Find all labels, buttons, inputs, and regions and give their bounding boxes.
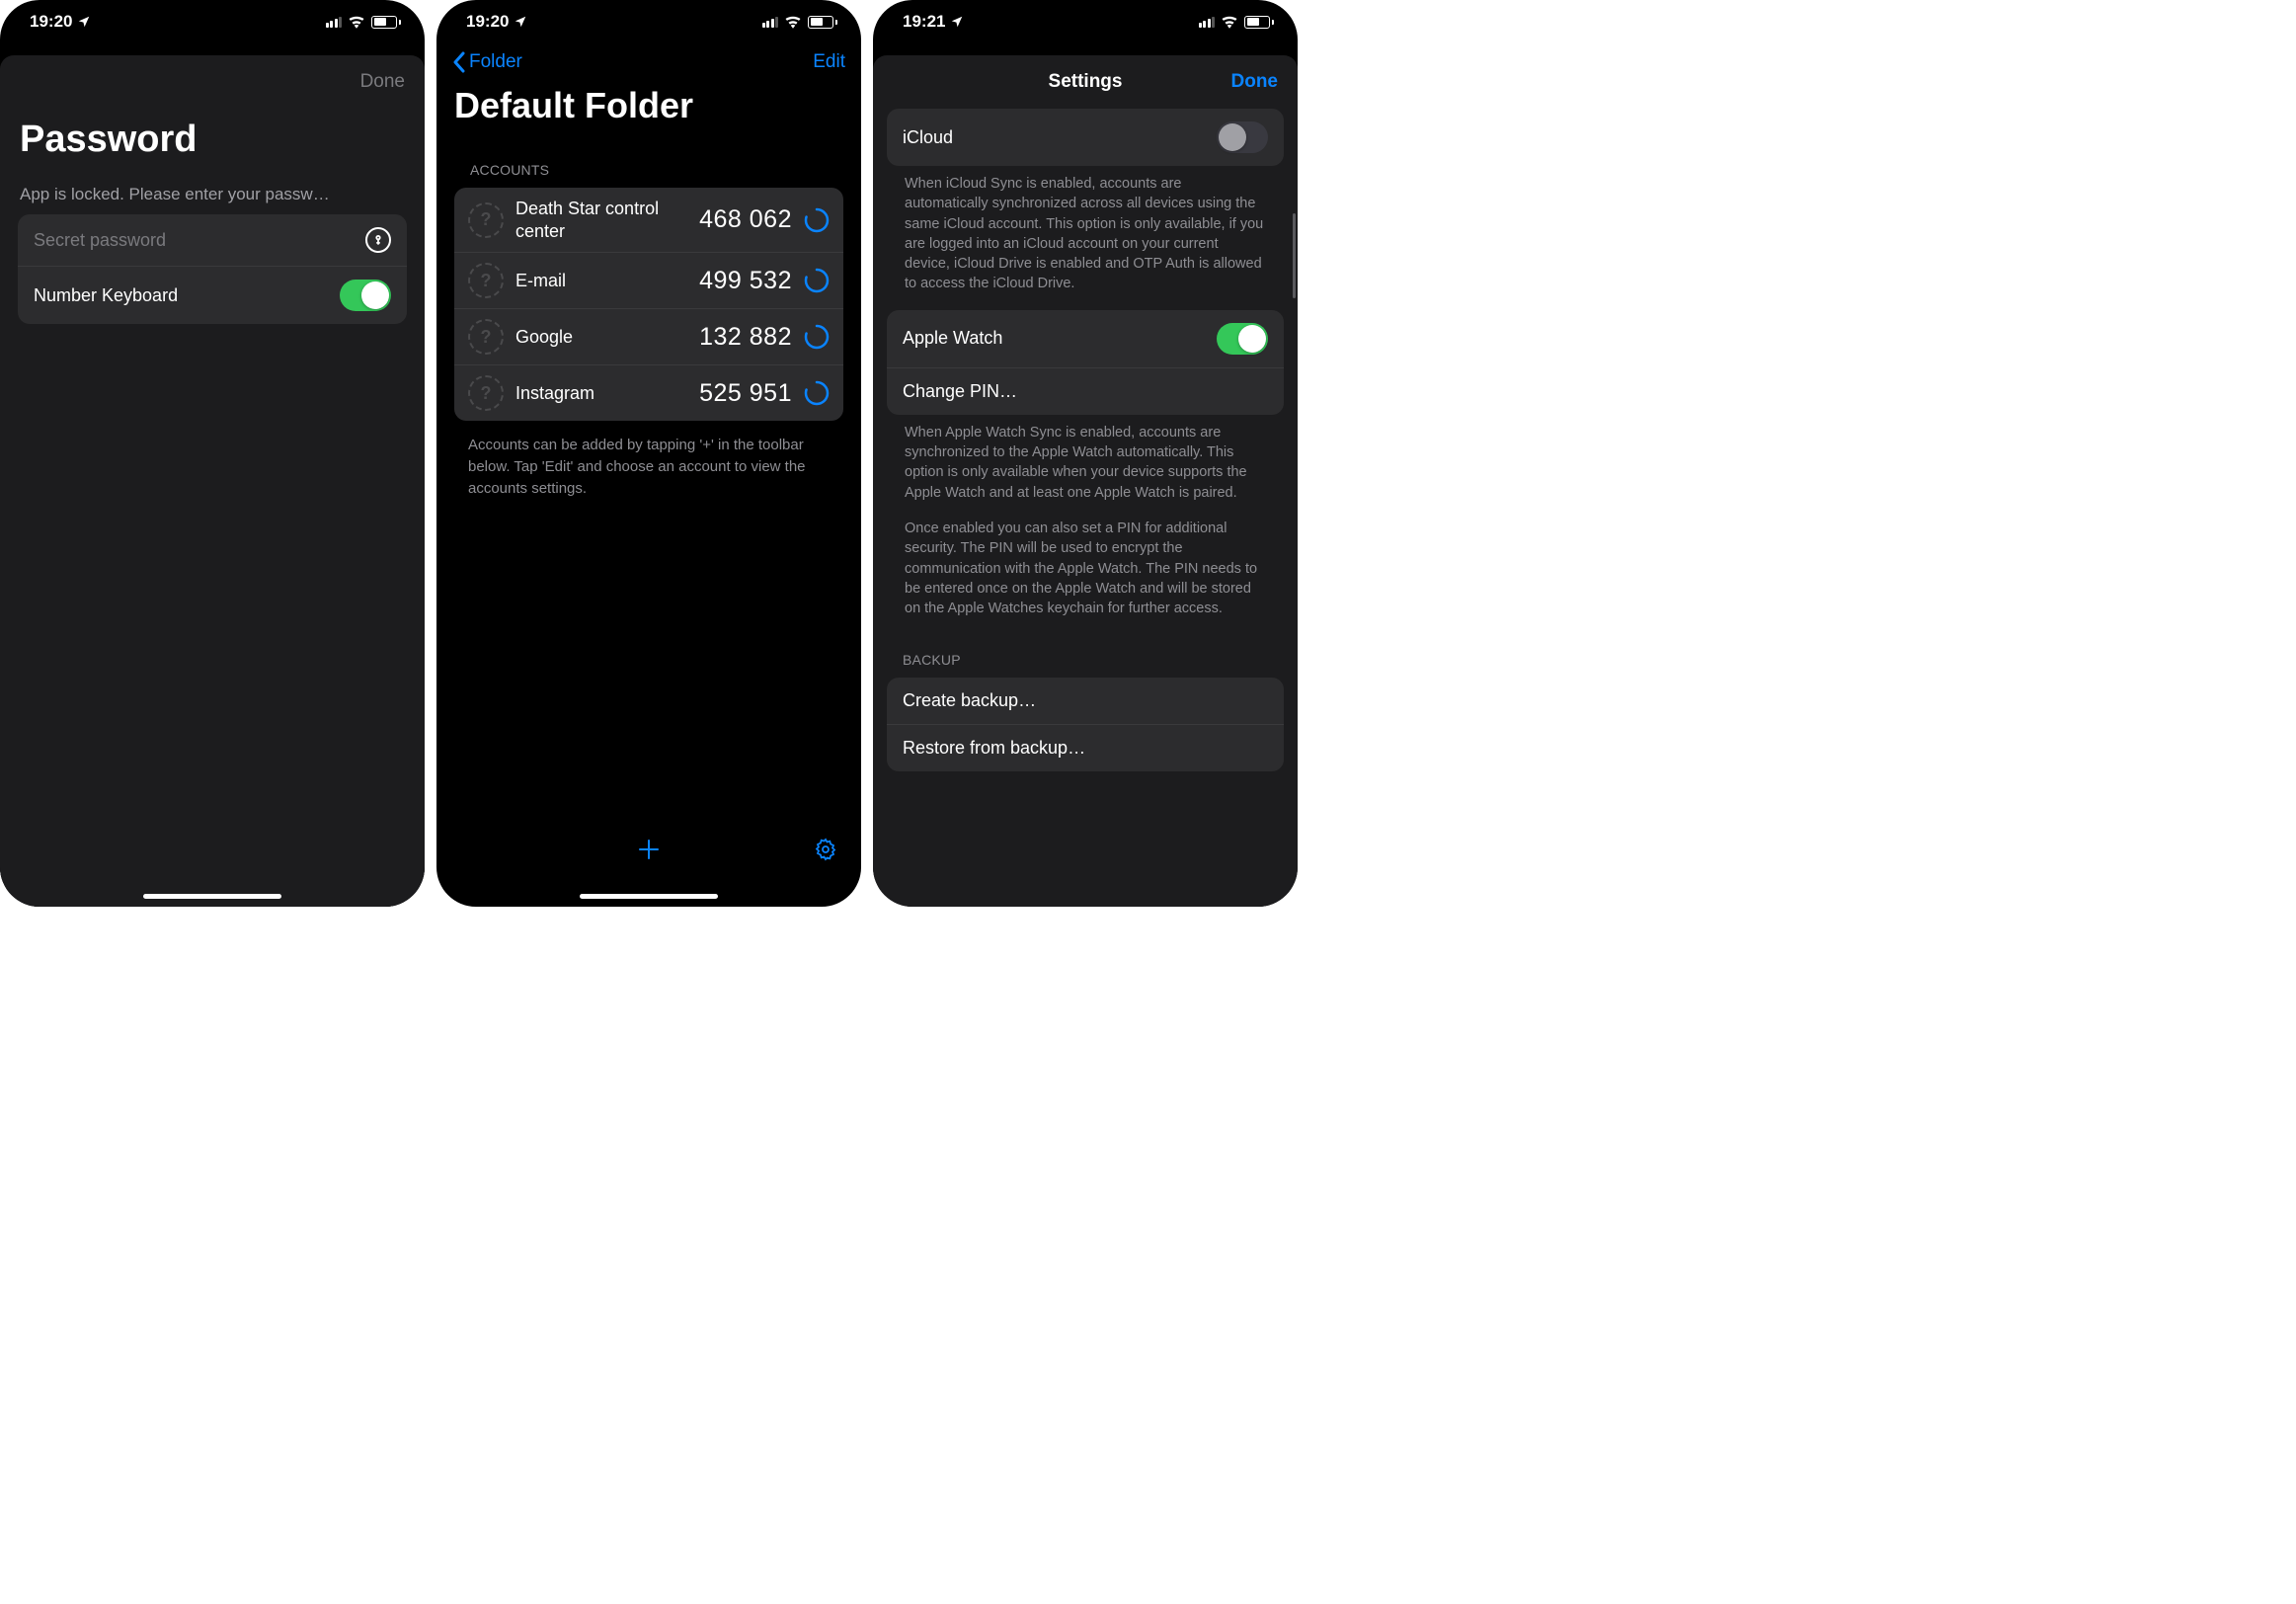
account-code: 525 951 bbox=[699, 379, 792, 408]
edit-button[interactable]: Edit bbox=[813, 51, 845, 73]
folder-title: Default Folder bbox=[436, 81, 861, 136]
status-bar: 19:20 bbox=[436, 0, 861, 43]
back-button[interactable]: Folder bbox=[452, 51, 522, 73]
create-backup-label: Create backup… bbox=[903, 690, 1268, 711]
change-pin-row[interactable]: Change PIN… bbox=[887, 368, 1284, 415]
account-name: E-mail bbox=[515, 270, 687, 292]
change-pin-label: Change PIN… bbox=[903, 381, 1268, 402]
settings-screen: 19:21 Settings Done iCloud W bbox=[873, 0, 1298, 907]
battery-icon bbox=[1244, 16, 1274, 29]
settings-title: Settings bbox=[1049, 71, 1123, 93]
page-title: Password bbox=[0, 101, 425, 167]
home-indicator[interactable] bbox=[143, 894, 281, 899]
status-time: 19:20 bbox=[30, 12, 72, 32]
account-name: Death Star control center bbox=[515, 198, 687, 242]
wifi-icon bbox=[784, 15, 802, 29]
signal-icon bbox=[1199, 17, 1216, 28]
accounts-footer: Accounts can be added by tapping '+' in … bbox=[436, 421, 861, 513]
watch-description-1: When Apple Watch Sync is enabled, accoun… bbox=[873, 415, 1298, 519]
account-row[interactable]: ? E-mail 499 532 bbox=[454, 253, 843, 309]
timer-ring-icon bbox=[804, 268, 830, 293]
scroll-indicator[interactable] bbox=[1293, 213, 1296, 298]
signal-icon bbox=[326, 17, 343, 28]
apple-watch-toggle[interactable] bbox=[1217, 323, 1268, 355]
account-name: Google bbox=[515, 326, 687, 349]
account-placeholder-icon: ? bbox=[468, 319, 504, 355]
number-keyboard-label: Number Keyboard bbox=[34, 285, 340, 306]
icloud-label: iCloud bbox=[903, 127, 1217, 148]
backup-header: BACKUP bbox=[873, 634, 1298, 678]
password-manager-icon[interactable] bbox=[365, 227, 391, 253]
wifi-icon bbox=[348, 15, 365, 29]
battery-icon bbox=[371, 16, 401, 29]
done-button[interactable]: Done bbox=[1231, 71, 1279, 93]
timer-ring-icon bbox=[804, 324, 830, 350]
settings-button[interactable] bbox=[814, 838, 837, 866]
status-bar: 19:21 bbox=[873, 0, 1298, 43]
icloud-description: When iCloud Sync is enabled, accounts ar… bbox=[873, 166, 1298, 310]
account-row[interactable]: ? Instagram 525 951 bbox=[454, 365, 843, 421]
timer-ring-icon bbox=[804, 380, 830, 406]
accounts-header: ACCOUNTS bbox=[436, 136, 861, 188]
status-time: 19:20 bbox=[466, 12, 509, 32]
gear-icon bbox=[814, 838, 837, 861]
account-placeholder-icon: ? bbox=[468, 263, 504, 298]
status-bar: 19:20 bbox=[0, 0, 425, 43]
battery-icon bbox=[808, 16, 837, 29]
number-keyboard-toggle[interactable] bbox=[340, 280, 391, 311]
folder-screen: 19:20 Folder Edit Default Folder ACCOUNT… bbox=[436, 0, 861, 907]
home-indicator[interactable] bbox=[580, 894, 718, 899]
restore-backup-row[interactable]: Restore from backup… bbox=[887, 725, 1284, 771]
location-icon bbox=[514, 15, 527, 29]
wifi-icon bbox=[1221, 15, 1238, 29]
password-input[interactable] bbox=[34, 230, 365, 251]
location-icon bbox=[950, 15, 964, 29]
account-code: 132 882 bbox=[699, 323, 792, 352]
restore-backup-label: Restore from backup… bbox=[903, 738, 1268, 759]
icloud-toggle[interactable] bbox=[1217, 121, 1268, 153]
password-screen: 19:20 Done Password App is locked. Pleas… bbox=[0, 0, 425, 907]
account-row[interactable]: ? Google 132 882 bbox=[454, 309, 843, 365]
back-label: Folder bbox=[469, 51, 522, 73]
timer-ring-icon bbox=[804, 207, 830, 233]
account-placeholder-icon: ? bbox=[468, 375, 504, 411]
done-button[interactable]: Done bbox=[360, 71, 405, 93]
create-backup-row[interactable]: Create backup… bbox=[887, 678, 1284, 725]
location-icon bbox=[77, 15, 91, 29]
account-name: Instagram bbox=[515, 382, 687, 405]
accounts-list: ? Death Star control center 468 062 ? E-… bbox=[454, 188, 843, 421]
chevron-left-icon bbox=[452, 51, 465, 73]
plus-icon bbox=[637, 838, 661, 861]
apple-watch-label: Apple Watch bbox=[903, 328, 1217, 349]
status-time: 19:21 bbox=[903, 12, 945, 32]
watch-description-2: Once enabled you can also set a PIN for … bbox=[873, 519, 1298, 634]
account-code: 468 062 bbox=[699, 205, 792, 234]
account-placeholder-icon: ? bbox=[468, 202, 504, 238]
signal-icon bbox=[762, 17, 779, 28]
account-code: 499 532 bbox=[699, 267, 792, 295]
account-row[interactable]: ? Death Star control center 468 062 bbox=[454, 188, 843, 253]
add-button[interactable] bbox=[637, 838, 661, 868]
lock-message: App is locked. Please enter your passw… bbox=[0, 167, 425, 214]
